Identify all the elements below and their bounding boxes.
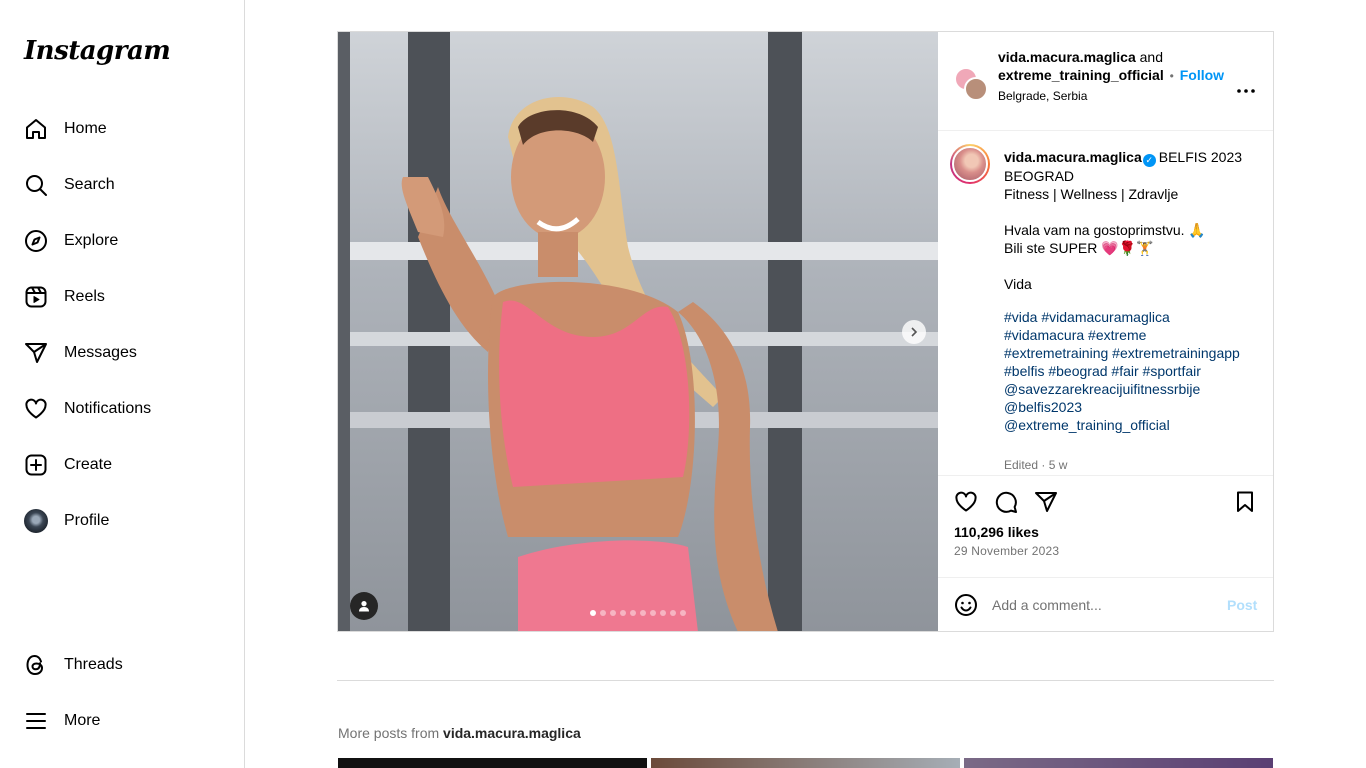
sidebar-item-profile[interactable]: Profile [12, 497, 232, 545]
verified-badge-icon: ✓ [1142, 154, 1156, 167]
carousel-dot [640, 610, 646, 616]
home-icon [24, 117, 48, 141]
search-icon [24, 173, 48, 197]
sidebar-item-more[interactable]: More [12, 697, 232, 745]
comment-input[interactable] [992, 594, 1212, 616]
sidebar-item-label: Notifications [64, 400, 152, 417]
sidebar-item-reels[interactable]: Reels [12, 273, 232, 321]
tagged-users-button[interactable] [350, 592, 378, 620]
hamburger-icon [24, 709, 48, 733]
sidebar-item-create[interactable]: Create [12, 441, 232, 489]
sidebar-item-home[interactable]: Home [12, 105, 232, 153]
post-photo[interactable] [338, 32, 938, 631]
caption-hashtags[interactable]: #vida #vidamacuramaglica #vidamacura #ex… [1004, 308, 1244, 434]
post-date: 29 November 2023 [954, 544, 1060, 558]
carousel-indicator [590, 610, 686, 616]
sidebar-item-label: Search [64, 176, 115, 193]
sidebar-item-threads[interactable]: Threads [12, 641, 232, 689]
carousel-dot [600, 610, 606, 616]
carousel-dot [590, 610, 596, 616]
sidebar-item-search[interactable]: Search [12, 161, 232, 209]
collab-username[interactable]: extreme_training_official [998, 67, 1164, 83]
background-column [338, 32, 350, 631]
comment-bar: Post [938, 579, 1273, 631]
like-heart-icon[interactable] [954, 490, 978, 514]
caption-body: BELFIS 2023 BEOGRAD Fitness | Wellness |… [1004, 149, 1243, 292]
share-paper-plane-icon[interactable] [1034, 490, 1058, 514]
person-figure [401, 97, 778, 631]
sidebar-item-label: Explore [64, 232, 119, 249]
sidebar-item-messages[interactable]: Messages [12, 329, 232, 377]
sidebar-item-label: Create [64, 456, 113, 473]
edited-timestamp: Edited · 5 w [1004, 458, 1068, 472]
sidebar-item-label: Profile [64, 512, 110, 529]
more-options-icon[interactable] [1236, 78, 1256, 99]
sidebar-item-explore[interactable]: Explore [12, 217, 232, 265]
carousel-dot [660, 610, 666, 616]
collab-joiner: and [1139, 49, 1163, 65]
more-post-thumbnail[interactable] [338, 758, 647, 768]
carousel-next-button[interactable] [902, 320, 926, 344]
author-username[interactable]: vida.macura.maglica [998, 49, 1136, 65]
caption-text: vida.macura.maglica ✓ BELFIS 2023 BEOGRAD … [1004, 148, 1249, 293]
threads-icon [24, 653, 48, 677]
caption-avatar[interactable] [950, 144, 990, 184]
more-post-thumbnail[interactable] [964, 758, 1273, 768]
post-card: vida.macura.maglica and extreme_training… [337, 31, 1274, 632]
reels-icon [24, 285, 48, 309]
profile-avatar [24, 509, 48, 533]
collab-avatars[interactable] [954, 67, 988, 101]
bookmark-icon[interactable] [1233, 490, 1257, 514]
carousel-dot [610, 610, 616, 616]
section-divider [337, 680, 1274, 681]
sidebar-item-label: Messages [64, 344, 137, 361]
carousel-dot [670, 610, 676, 616]
instagram-logo[interactable]: Instagram [24, 36, 171, 66]
caption-username[interactable]: vida.macura.maglica [1004, 149, 1142, 165]
post-header: vida.macura.maglica and extreme_training… [938, 32, 1273, 131]
emoji-smiley-icon[interactable] [954, 593, 978, 617]
compass-icon [24, 229, 48, 253]
follow-button[interactable]: Follow [1180, 67, 1224, 83]
carousel-dot [680, 610, 686, 616]
more-posts-username[interactable]: vida.macura.maglica [443, 725, 581, 741]
post-side-panel: vida.macura.maglica and extreme_training… [938, 32, 1273, 631]
separator-dot: • [1169, 69, 1174, 83]
chevron-right-icon [911, 327, 918, 337]
more-posts-prefix: More posts from [338, 725, 440, 741]
sidebar-item-notifications[interactable]: Notifications [12, 385, 232, 433]
more-post-thumbnail[interactable] [651, 758, 960, 768]
likes-count[interactable]: 110,296 likes [954, 524, 1039, 540]
sidebar-item-label: Reels [64, 288, 105, 305]
more-posts-heading: More posts from vida.macura.maglica [338, 725, 581, 741]
carousel-dot [650, 610, 656, 616]
sidebar-item-label: Home [64, 120, 107, 137]
carousel-dot [620, 610, 626, 616]
post-location[interactable]: Belgrade, Serbia [998, 87, 1238, 105]
caption-section: vida.macura.maglica ✓ BELFIS 2023 BEOGRAD … [938, 132, 1273, 476]
sidebar-item-label: Threads [64, 656, 123, 673]
carousel-dot [630, 610, 636, 616]
post-actions: 110,296 likes 29 November 2023 [938, 476, 1273, 578]
sidebar-item-label: More [64, 712, 101, 729]
comment-icon[interactable] [994, 490, 1018, 514]
plus-square-icon [24, 453, 48, 477]
paper-plane-icon [24, 341, 48, 365]
heart-icon [24, 397, 48, 421]
post-header-text: vida.macura.maglica and extreme_training… [998, 48, 1238, 105]
post-comment-button[interactable]: Post [1227, 597, 1257, 613]
sidebar: Instagram Home Search Explore Reels Mess… [0, 0, 245, 768]
user-icon [359, 601, 369, 612]
